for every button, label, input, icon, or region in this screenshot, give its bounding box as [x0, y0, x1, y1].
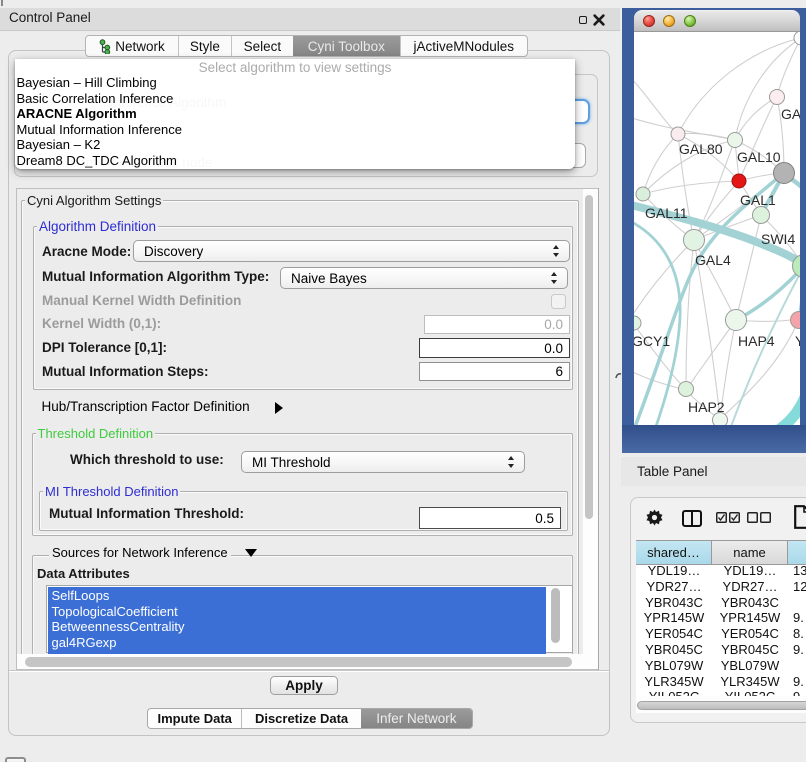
svg-text:Y: Y [795, 333, 800, 349]
svg-text:GAL80: GAL80 [679, 141, 723, 157]
svg-text:GAL2: GAL2 [781, 106, 800, 122]
svg-text:GAL1: GAL1 [740, 192, 776, 208]
svg-text:SWI4: SWI4 [761, 231, 795, 247]
svg-text:GAL10: GAL10 [737, 149, 781, 165]
svg-text:HAP2: HAP2 [688, 399, 725, 415]
svg-text:GCY1: GCY1 [634, 333, 670, 349]
svg-text:GAL4: GAL4 [695, 252, 731, 268]
svg-text:HAP4: HAP4 [738, 333, 775, 349]
svg-text:GAL11: GAL11 [645, 205, 688, 221]
